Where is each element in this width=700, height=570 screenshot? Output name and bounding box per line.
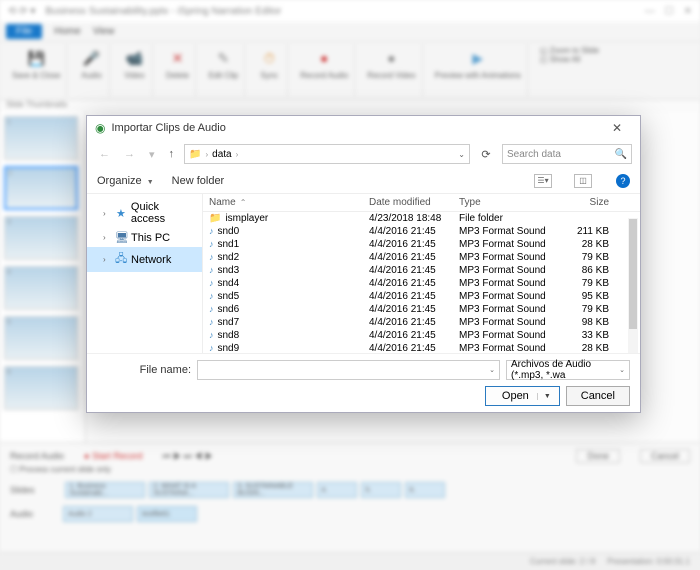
- new-folder-button[interactable]: New folder: [172, 175, 225, 187]
- search-input[interactable]: Search data 🔍: [502, 144, 632, 164]
- filename-label: File name:: [97, 364, 191, 376]
- path-dropdown-icon[interactable]: ⌄: [458, 150, 465, 159]
- address-bar[interactable]: 📁 › data › ⌄: [184, 144, 470, 164]
- help-button[interactable]: ?: [616, 174, 630, 188]
- nav-bar: ← → ▾ ↑ 📁 › data › ⌄ ⟳ Search data 🔍: [87, 140, 640, 168]
- refresh-button[interactable]: ⟳: [476, 148, 496, 161]
- close-button[interactable]: ✕: [602, 121, 632, 135]
- search-icon: 🔍: [615, 149, 627, 160]
- col-name-header[interactable]: Name⌃: [209, 197, 369, 208]
- column-headers: Name⌃ Date modified Type Size: [203, 194, 640, 212]
- view-mode-button[interactable]: ☰▾: [534, 174, 552, 188]
- dialog-titlebar: ◉ Importar Clips de Audio ✕: [87, 116, 640, 140]
- nav-recent-dropdown[interactable]: ▾: [145, 148, 159, 161]
- chevron-right-icon: ›: [236, 150, 239, 159]
- file-open-dialog: ◉ Importar Clips de Audio ✕ ← → ▾ ↑ 📁 › …: [86, 115, 641, 413]
- dialog-title: Importar Clips de Audio: [111, 122, 225, 134]
- ispring-icon: ◉: [95, 121, 105, 135]
- nav-forward-button[interactable]: →: [120, 148, 139, 160]
- scrollbar[interactable]: [628, 218, 638, 353]
- folder-icon: 📁: [189, 149, 201, 160]
- tree-item-network[interactable]: ›🖧Network: [87, 247, 202, 272]
- cancel-button[interactable]: Cancel: [566, 386, 630, 406]
- file-list: Name⌃ Date modified Type Size 📁ismplayer…: [203, 194, 640, 353]
- open-button[interactable]: Open▼: [485, 386, 560, 406]
- tree-item-this-pc[interactable]: ›🖥This PC: [87, 228, 202, 247]
- filename-input[interactable]: ⌄: [197, 360, 500, 380]
- tree-item-quick-access[interactable]: ›★Quick access: [87, 198, 202, 228]
- file-row[interactable]: ♪snd34/4/2016 21:45MP3 Format Sound86 KB: [203, 264, 640, 277]
- dialog-footer: File name: ⌄ Archivos de Audio (*.mp3, *…: [87, 353, 640, 412]
- file-row[interactable]: ♪snd54/4/2016 21:45MP3 Format Sound95 KB: [203, 290, 640, 303]
- col-size-header[interactable]: Size: [559, 197, 609, 208]
- file-row[interactable]: ♪snd24/4/2016 21:45MP3 Format Sound79 KB: [203, 251, 640, 264]
- file-row[interactable]: 📁ismplayer4/23/2018 18:48File folder: [203, 212, 640, 225]
- file-row[interactable]: ♪snd94/4/2016 21:45MP3 Format Sound28 KB: [203, 342, 640, 353]
- file-row[interactable]: ♪snd64/4/2016 21:45MP3 Format Sound79 KB: [203, 303, 640, 316]
- file-row[interactable]: ♪snd14/4/2016 21:45MP3 Format Sound28 KB: [203, 238, 640, 251]
- filetype-filter[interactable]: Archivos de Audio (*.mp3, *.wa⌄: [506, 360, 630, 380]
- col-date-header[interactable]: Date modified: [369, 197, 459, 208]
- path-segment[interactable]: data: [212, 149, 231, 160]
- preview-pane-button[interactable]: ◫: [574, 174, 592, 188]
- file-row[interactable]: ♪snd04/4/2016 21:45MP3 Format Sound211 K…: [203, 225, 640, 238]
- nav-tree: ›★Quick access›🖥This PC›🖧Network: [87, 194, 203, 353]
- organize-button[interactable]: Organize ▼: [97, 175, 154, 187]
- chevron-right-icon: ›: [205, 150, 208, 159]
- file-row[interactable]: ♪snd44/4/2016 21:45MP3 Format Sound79 KB: [203, 277, 640, 290]
- col-type-header[interactable]: Type: [459, 197, 559, 208]
- dialog-toolbar: Organize ▼ New folder ☰▾ ◫ ?: [87, 168, 640, 194]
- file-row[interactable]: ♪snd84/4/2016 21:45MP3 Format Sound33 KB: [203, 329, 640, 342]
- file-row[interactable]: ♪snd74/4/2016 21:45MP3 Format Sound98 KB: [203, 316, 640, 329]
- nav-up-button[interactable]: ↑: [165, 148, 179, 160]
- nav-back-button[interactable]: ←: [95, 148, 114, 160]
